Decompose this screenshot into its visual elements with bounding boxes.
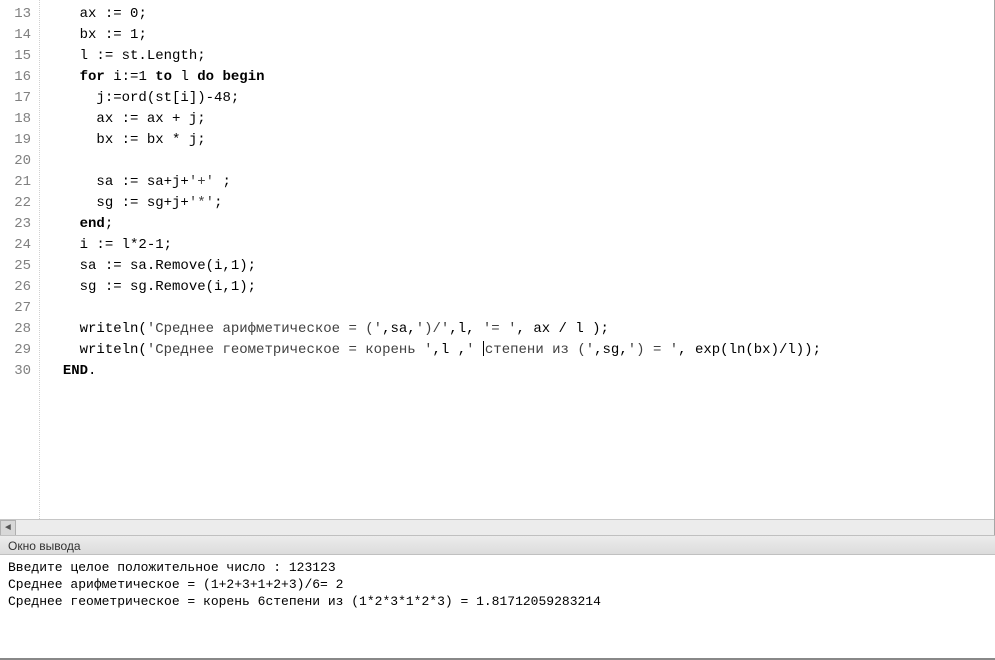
line-number: 30 (4, 361, 31, 382)
line-number: 13 (4, 4, 31, 25)
code-area[interactable]: ax := 0; bx := 1; l := st.Length; for i:… (40, 0, 994, 535)
line-number: 18 (4, 109, 31, 130)
line-number-gutter: 131415161718192021222324252627282930 (0, 0, 40, 535)
line-number: 23 (4, 214, 31, 235)
line-number: 20 (4, 151, 31, 172)
code-line[interactable]: i := l*2-1; (46, 235, 988, 256)
code-line[interactable]: sa := sa+j+'+' ; (46, 172, 988, 193)
code-line[interactable]: END. (46, 361, 988, 382)
code-line[interactable]: sa := sa.Remove(i,1); (46, 256, 988, 277)
line-number: 24 (4, 235, 31, 256)
line-number: 16 (4, 67, 31, 88)
output-line: Среднее арифметическое = (1+2+3+1+2+3)/6… (8, 576, 987, 593)
line-number: 27 (4, 298, 31, 319)
code-line[interactable]: end; (46, 214, 988, 235)
code-line[interactable]: j:=ord(st[i])-48; (46, 88, 988, 109)
code-line[interactable]: writeln('Среднее геометрическое = корень… (46, 340, 988, 361)
code-line[interactable]: sg := sg.Remove(i,1); (46, 277, 988, 298)
code-line[interactable] (46, 298, 988, 319)
output-line: Среднее геометрическое = корень 6степени… (8, 593, 987, 610)
code-line[interactable]: ax := ax + j; (46, 109, 988, 130)
text-cursor (483, 341, 484, 356)
line-number: 22 (4, 193, 31, 214)
line-number: 25 (4, 256, 31, 277)
line-number: 26 (4, 277, 31, 298)
code-line[interactable]: bx := 1; (46, 25, 988, 46)
line-number: 15 (4, 46, 31, 67)
code-line[interactable]: for i:=1 to l do begin (46, 67, 988, 88)
line-number: 21 (4, 172, 31, 193)
code-line[interactable]: ax := 0; (46, 4, 988, 25)
line-number: 28 (4, 319, 31, 340)
output-line: Введите целое положительное число : 1231… (8, 559, 987, 576)
output-panel-title: Окно вывода (0, 535, 995, 555)
horizontal-scrollbar[interactable]: ◄ (0, 519, 994, 535)
code-line[interactable]: writeln('Среднее арифметическое = (',sa,… (46, 319, 988, 340)
line-number: 14 (4, 25, 31, 46)
code-line[interactable] (46, 151, 988, 172)
line-number: 17 (4, 88, 31, 109)
code-line[interactable]: bx := bx * j; (46, 130, 988, 151)
code-line[interactable]: sg := sg+j+'*'; (46, 193, 988, 214)
line-number: 19 (4, 130, 31, 151)
code-editor[interactable]: 131415161718192021222324252627282930 ax … (0, 0, 995, 535)
code-line[interactable]: l := st.Length; (46, 46, 988, 67)
scroll-left-arrow[interactable]: ◄ (0, 520, 16, 535)
output-panel[interactable]: Введите целое положительное число : 1231… (0, 555, 995, 660)
line-number: 29 (4, 340, 31, 361)
